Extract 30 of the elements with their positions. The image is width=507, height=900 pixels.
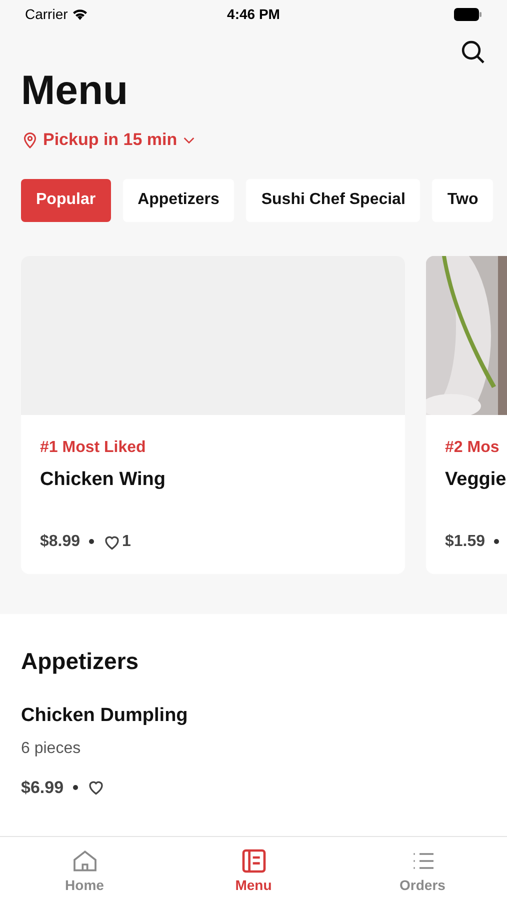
- dot-separator: [72, 784, 78, 790]
- price: $1.59: [445, 532, 486, 552]
- section-title: Appetizers: [21, 646, 140, 676]
- category-tab[interactable]: Appetizers: [122, 178, 234, 222]
- dot-separator: [494, 539, 500, 544]
- menu-book-icon: [240, 847, 268, 875]
- dish-name: Chicken Wing: [40, 468, 166, 492]
- price: $8.99: [40, 532, 80, 552]
- category-tab[interactable]: Popular: [21, 178, 111, 222]
- category-tab[interactable]: Two: [432, 178, 494, 222]
- wifi-icon: [72, 8, 88, 20]
- battery-icon: [454, 8, 482, 20]
- dish-card[interactable]: #2 Mos Veggie $1.59: [426, 256, 507, 574]
- dish-description: 6 pieces: [21, 738, 81, 758]
- dish-card[interactable]: #1 Most Liked Chicken Wing $8.99 1: [21, 256, 405, 574]
- rank-label: #2 Mos: [445, 438, 500, 458]
- category-tab[interactable]: Sushi Chef Special: [246, 178, 420, 222]
- dish-name: Veggie: [445, 468, 506, 492]
- pickup-selector[interactable]: Pickup in 15 min: [21, 127, 198, 152]
- search-icon[interactable]: [459, 38, 487, 66]
- price: $6.99: [21, 776, 64, 798]
- rank-label: #1 Most Liked: [40, 438, 146, 458]
- dish-name: Chicken Dumpling: [21, 704, 188, 728]
- carrier-label: Carrier: [25, 4, 68, 24]
- location-pin-icon: [21, 130, 39, 150]
- dot-separator: [89, 539, 94, 544]
- page-title: Menu: [20, 70, 130, 111]
- clock: 4:46 PM: [227, 4, 280, 24]
- like-count: 1: [122, 532, 131, 552]
- tab-bar-item[interactable]: Menu: [169, 837, 338, 900]
